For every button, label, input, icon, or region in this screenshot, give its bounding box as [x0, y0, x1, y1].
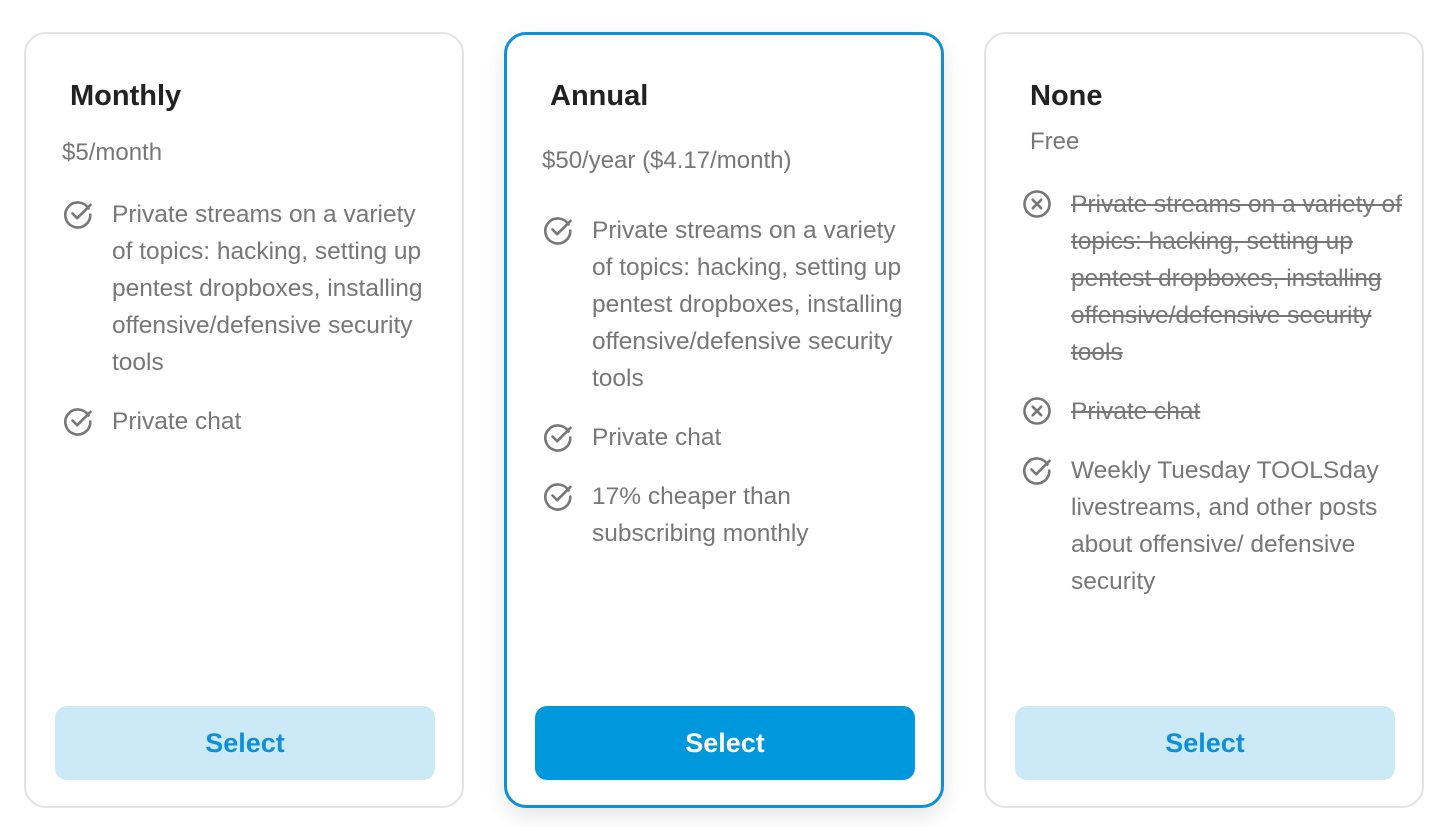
feature-text: Private streams on a variety of topics: …	[1071, 191, 1402, 366]
feature-item: Private streams on a variety of topics: …	[542, 212, 921, 397]
feature-text: Weekly Tuesday TOOLSday livestreams, and…	[1071, 457, 1379, 595]
select-monthly-button[interactable]: Select	[55, 706, 435, 780]
x-circle-icon	[1023, 397, 1051, 425]
feature-item: Private chat	[62, 403, 442, 440]
feature-list: Private streams on a variety of topics: …	[62, 196, 442, 462]
plan-price: $5/month	[62, 139, 163, 166]
plan-card-annual[interactable]: Annual $50/year ($4.17/month) Private st…	[504, 32, 944, 808]
feature-item: Private chat	[1021, 393, 1402, 430]
select-annual-button[interactable]: Select	[535, 706, 915, 780]
feature-item: Private streams on a variety of topics: …	[62, 196, 442, 381]
check-circle-icon	[544, 483, 572, 511]
check-circle-icon	[1023, 457, 1051, 485]
feature-item: 17% cheaper than subscribing monthly	[542, 478, 921, 552]
feature-text: Private chat	[592, 424, 722, 451]
feature-list: Private streams on a variety of topics: …	[1021, 186, 1402, 622]
check-circle-icon	[64, 201, 92, 229]
feature-text: 17% cheaper than subscribing monthly	[592, 483, 809, 547]
plan-title: Monthly	[70, 80, 182, 112]
feature-item: Private streams on a variety of topics: …	[1021, 186, 1402, 371]
plan-card-none[interactable]: None Free Private streams on a variety o…	[984, 32, 1424, 808]
plan-card-monthly[interactable]: Monthly $5/month Private streams on a va…	[24, 32, 464, 808]
feature-list: Private streams on a variety of topics: …	[542, 212, 921, 574]
feature-item: Weekly Tuesday TOOLSday livestreams, and…	[1021, 452, 1402, 600]
feature-text: Private chat	[112, 408, 242, 435]
x-circle-icon	[1023, 190, 1051, 218]
feature-text: Private streams on a variety of topics: …	[112, 201, 423, 376]
feature-item: Private chat	[542, 419, 921, 456]
select-none-button[interactable]: Select	[1015, 706, 1395, 780]
feature-text: Private chat	[1071, 398, 1201, 425]
plan-title: None	[1030, 80, 1103, 112]
plan-price: Free	[1030, 128, 1080, 155]
check-circle-icon	[544, 217, 572, 245]
plan-title: Annual	[550, 80, 649, 112]
check-circle-icon	[544, 424, 572, 452]
plan-price: $50/year ($4.17/month)	[542, 147, 792, 174]
feature-text: Private streams on a variety of topics: …	[592, 217, 903, 392]
check-circle-icon	[64, 408, 92, 436]
